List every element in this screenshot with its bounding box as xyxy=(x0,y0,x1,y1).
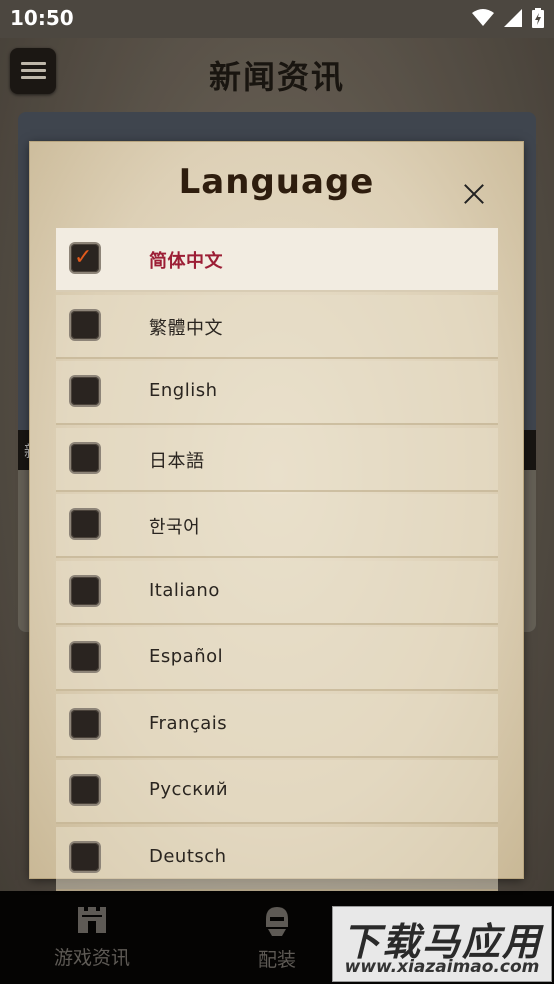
language-label: 繁體中文 xyxy=(149,317,223,339)
dialog-title: Language xyxy=(178,162,375,202)
helmet-icon xyxy=(266,907,288,936)
checkbox[interactable] xyxy=(71,510,99,538)
language-label: 한국어 xyxy=(149,517,201,538)
language-label: 简体中文 xyxy=(149,251,223,272)
status-icons xyxy=(472,8,544,28)
checkbox[interactable] xyxy=(71,576,99,605)
language-option[interactable]: English xyxy=(56,361,498,425)
language-option[interactable]: 日本語 xyxy=(56,427,498,492)
checkbox[interactable] xyxy=(71,776,99,804)
castle-icon xyxy=(78,907,106,933)
language-list: ✓ 简体中文 繁體中文 English 日本語 한국어 Italiano Esp… xyxy=(56,228,498,893)
battery-icon xyxy=(532,8,544,28)
checkbox[interactable] xyxy=(71,709,99,738)
watermark-logo: 下载马应用 www.xiazaimao.com xyxy=(332,906,552,982)
nav-label: 配装 xyxy=(257,949,296,971)
cellular-signal-icon xyxy=(504,9,522,27)
language-label: Deutsch xyxy=(149,845,227,867)
nav-label: 游戏资讯 xyxy=(53,947,130,969)
checkbox[interactable] xyxy=(71,842,99,871)
language-label: 日本語 xyxy=(149,450,205,472)
language-label: Français xyxy=(149,712,228,734)
language-option[interactable]: Italiano xyxy=(56,560,498,625)
language-option[interactable]: Español xyxy=(56,627,498,691)
language-label: English xyxy=(149,380,218,401)
language-option[interactable]: Français xyxy=(56,693,498,758)
language-dialog: Language ✓ 简体中文 繁體中文 English 日本語 한국어 Ita… xyxy=(30,142,523,891)
watermark-url: www.xiazaimao.com xyxy=(344,957,540,977)
language-option[interactable]: ✓ 简体中文 xyxy=(56,228,498,292)
wifi-icon xyxy=(472,9,494,26)
nav-item-game-news[interactable]: 游戏资讯 xyxy=(22,905,162,970)
language-label: Español xyxy=(149,646,224,667)
checkbox[interactable] xyxy=(71,443,99,472)
checkbox[interactable] xyxy=(71,377,99,405)
language-option[interactable]: Русский xyxy=(56,760,498,824)
checkbox[interactable] xyxy=(71,310,99,339)
language-option[interactable]: 繁體中文 xyxy=(56,294,498,359)
checkbox[interactable]: ✓ xyxy=(71,244,99,272)
language-label: Русский xyxy=(149,779,229,800)
status-bar: 10:50 xyxy=(0,0,554,38)
checkmark-icon: ✓ xyxy=(74,245,93,270)
status-time: 10:50 xyxy=(10,6,74,30)
close-icon[interactable] xyxy=(460,180,488,208)
language-option[interactable]: 한국어 xyxy=(56,494,498,558)
checkbox[interactable] xyxy=(71,643,99,671)
language-option[interactable]: Deutsch xyxy=(56,826,498,891)
language-label: Italiano xyxy=(149,579,220,601)
nav-item-equipment[interactable]: 配装 xyxy=(207,905,347,972)
